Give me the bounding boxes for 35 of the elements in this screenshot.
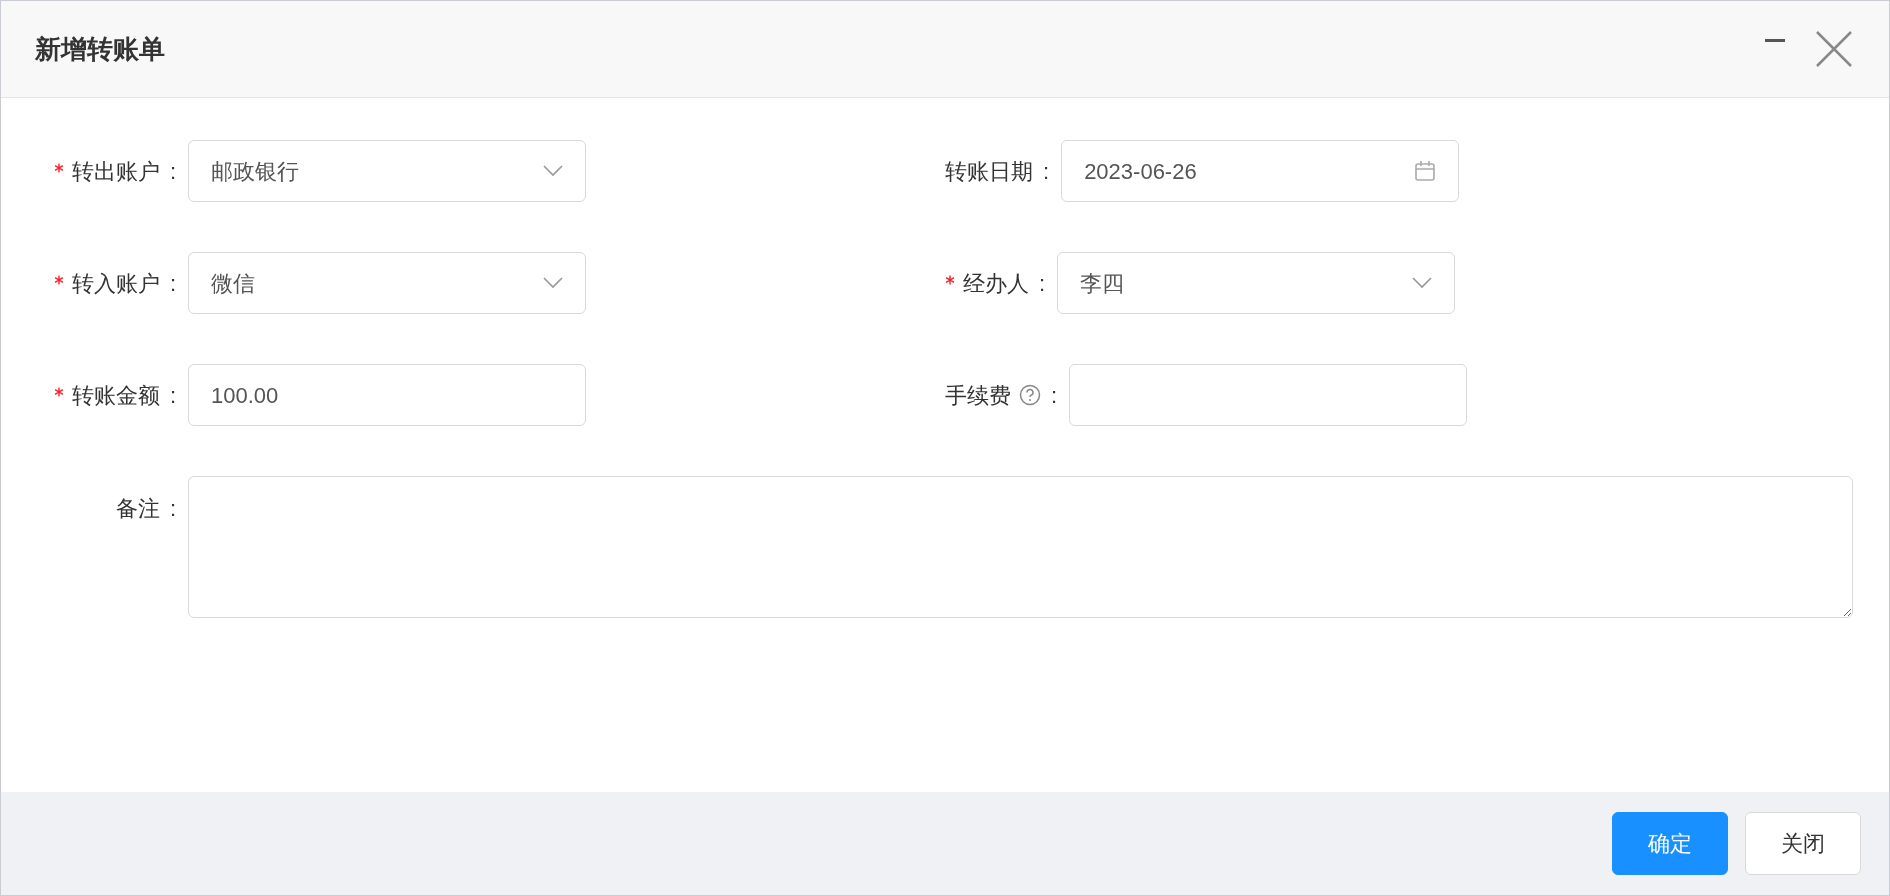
close-icon [1815, 30, 1853, 68]
chevron-down-icon [543, 165, 563, 177]
field-label: 备注 [115, 495, 160, 523]
select-field[interactable]: 微信 [188, 252, 586, 314]
field-value: 微信 [211, 269, 256, 298]
dialog-title: 新增转账单 [35, 32, 165, 66]
chevron-down-icon [543, 277, 563, 289]
calendar-icon [1414, 160, 1437, 182]
input-field[interactable]: 100.00 [188, 364, 586, 426]
field-value: 2023-06-26 [1084, 157, 1198, 186]
close-dialog-button[interactable]: 关闭 [1745, 812, 1861, 875]
field-label: 转账金额 [71, 381, 160, 410]
label-colon: : [169, 381, 176, 410]
help-icon[interactable] [1019, 384, 1041, 406]
field-value: 邮政银行 [211, 157, 300, 186]
label-colon: : [1043, 157, 1050, 186]
select-field[interactable]: 邮政银行 [188, 140, 586, 202]
chevron-down-icon [1412, 277, 1433, 289]
label-colon: : [169, 495, 176, 523]
field-value: 李四 [1080, 269, 1126, 298]
remark-field[interactable] [188, 476, 1853, 618]
date-field[interactable]: 2023-06-26 [1061, 140, 1460, 202]
input-field[interactable] [1069, 364, 1468, 426]
field-label: 转账日期 [945, 157, 1033, 186]
label-colon: : [169, 269, 176, 298]
field-value: 100.00 [211, 381, 280, 410]
field-label: 转出账户 [71, 157, 160, 186]
field-label: 转入账户 [71, 269, 160, 298]
minimize-icon [1765, 39, 1785, 42]
label-colon: : [1039, 269, 1046, 298]
field-label: 经办人 [963, 269, 1029, 298]
label-colon: : [169, 157, 176, 186]
select-field[interactable]: 李四 [1057, 252, 1456, 314]
field-label: 手续费 [945, 381, 1011, 410]
label-colon: : [1051, 381, 1058, 410]
